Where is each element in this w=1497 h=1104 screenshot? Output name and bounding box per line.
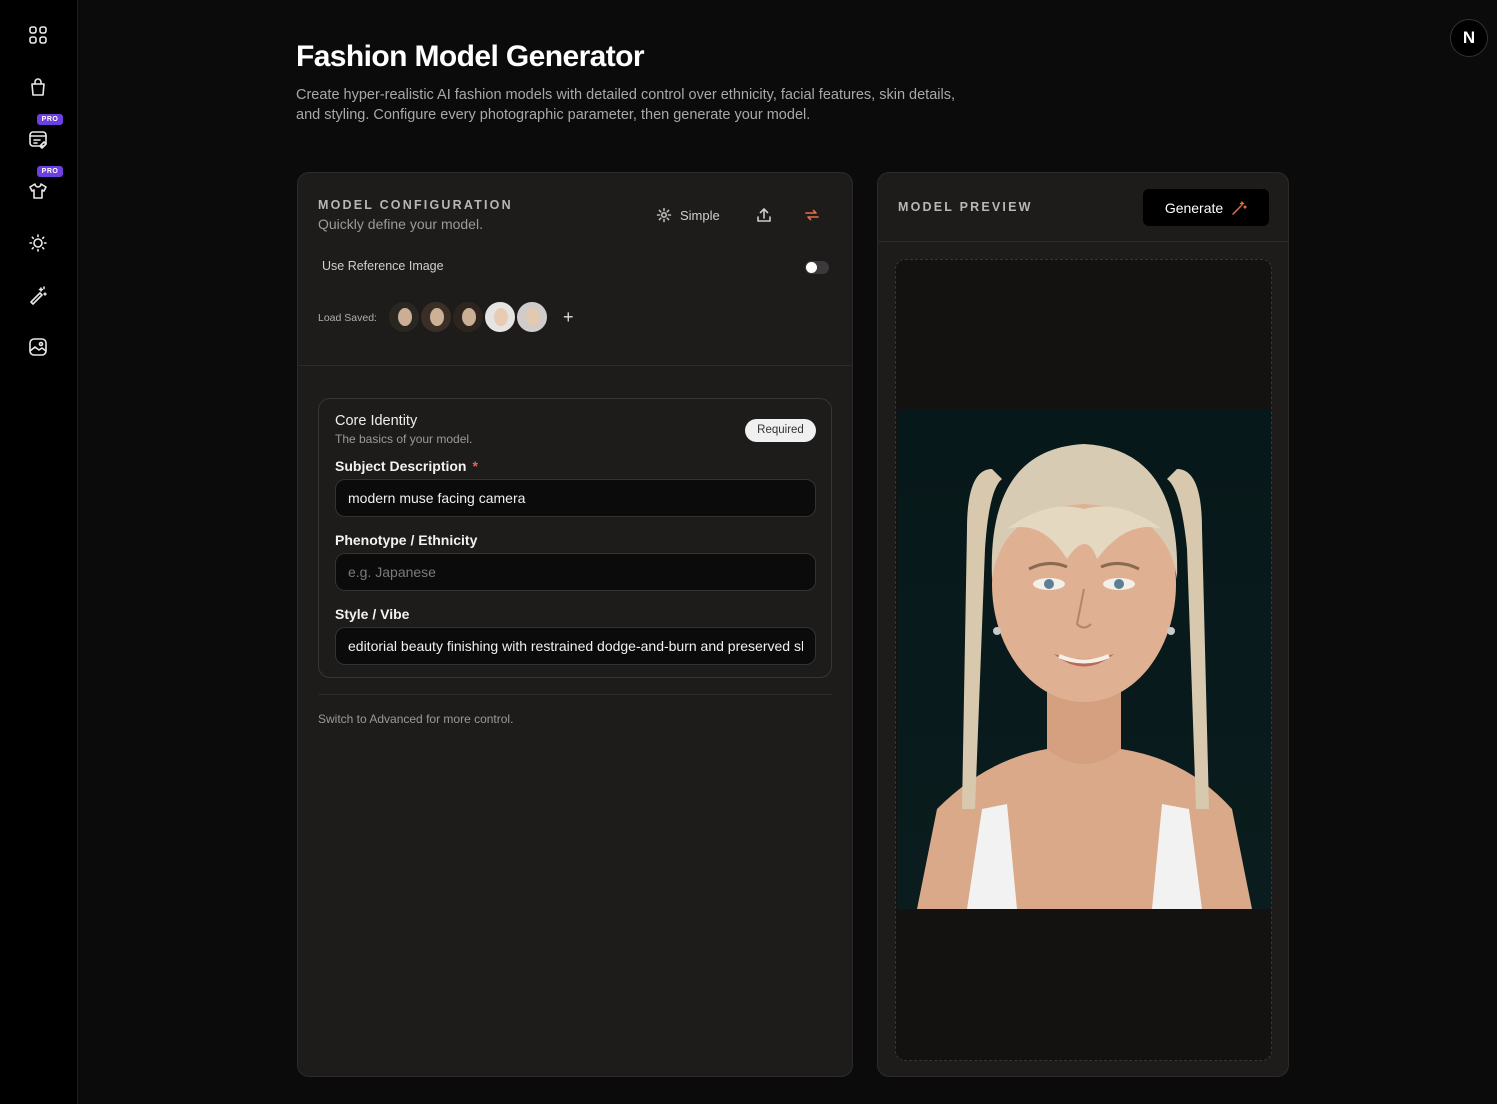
phenotype-label: Phenotype / Ethnicity xyxy=(335,532,478,548)
gear-icon xyxy=(656,207,672,223)
page-description: Create hyper-realistic AI fashion models… xyxy=(296,87,955,123)
preview-section-label: MODEL PREVIEW xyxy=(898,200,1033,214)
phenotype-input[interactable] xyxy=(335,553,816,591)
user-initial: N xyxy=(1462,28,1476,47)
pro-badge: PRO xyxy=(37,166,63,177)
export-button[interactable] xyxy=(756,207,772,223)
advanced-mode-note: Switch to Advanced for more control. xyxy=(318,712,514,726)
portrait-illustration xyxy=(917,444,1252,909)
saved-model-thumbnail[interactable] xyxy=(419,300,453,334)
style-vibe-label: Style / Vibe xyxy=(335,606,410,622)
generate-label: Generate xyxy=(1164,199,1224,216)
saved-model-thumbnail[interactable] xyxy=(483,300,517,334)
page-title: Fashion Model Generator xyxy=(296,40,645,73)
sun-icon[interactable] xyxy=(27,232,49,254)
refresh-icon xyxy=(805,209,819,221)
browser-edit-icon[interactable] xyxy=(27,128,49,150)
sidebar: PRO PRO xyxy=(0,0,78,1104)
grid-icon[interactable] xyxy=(27,24,49,46)
saved-model-thumbnail[interactable] xyxy=(387,300,421,334)
add-saved-model-button[interactable]: + xyxy=(563,307,574,328)
mode-label: Simple xyxy=(680,207,720,223)
saved-models-list xyxy=(387,300,549,334)
divider xyxy=(878,241,1288,242)
mode-toggle-button[interactable]: Simple xyxy=(656,207,720,223)
subject-label-text: Subject Description xyxy=(335,458,467,474)
preview-image-area xyxy=(895,259,1272,1061)
subject-description-label: Subject Description * xyxy=(335,458,478,474)
core-identity-card: Core Identity The basics of your model. … xyxy=(318,398,832,678)
saved-model-thumbnail[interactable] xyxy=(515,300,549,334)
saved-model-thumbnail[interactable] xyxy=(451,300,485,334)
reset-button[interactable] xyxy=(804,207,820,223)
config-subtitle: Quickly define your model. xyxy=(318,216,483,232)
magic-wand-icon[interactable] xyxy=(27,284,49,306)
model-preview-panel: MODEL PREVIEW Generate xyxy=(877,172,1289,1077)
load-saved-label: Load Saved: xyxy=(318,312,377,324)
divider xyxy=(298,365,852,366)
divider xyxy=(318,694,832,695)
required-star: * xyxy=(472,458,478,474)
tshirt-icon[interactable] xyxy=(27,180,49,202)
generated-model-image xyxy=(897,409,1271,909)
sparkle-wand-icon xyxy=(1232,200,1247,215)
reference-image-toggle[interactable] xyxy=(805,261,829,274)
image-icon[interactable] xyxy=(27,336,49,358)
shopping-bag-icon[interactable] xyxy=(27,76,49,98)
toggle-knob xyxy=(806,262,817,273)
generate-button[interactable]: Generate xyxy=(1143,189,1269,226)
style-vibe-input[interactable] xyxy=(335,627,816,665)
core-identity-title: Core Identity xyxy=(335,413,418,429)
reference-image-label: Use Reference Image xyxy=(322,259,444,273)
user-avatar[interactable]: N xyxy=(1450,19,1488,57)
required-badge: Required xyxy=(745,419,816,442)
core-identity-subtitle: The basics of your model. xyxy=(335,432,473,446)
model-configuration-panel: MODEL CONFIGURATION Quickly define your … xyxy=(297,172,853,1077)
subject-description-input[interactable] xyxy=(335,479,816,517)
upload-icon xyxy=(757,208,771,222)
pro-badge: PRO xyxy=(37,114,63,125)
config-section-label: MODEL CONFIGURATION xyxy=(318,198,513,212)
